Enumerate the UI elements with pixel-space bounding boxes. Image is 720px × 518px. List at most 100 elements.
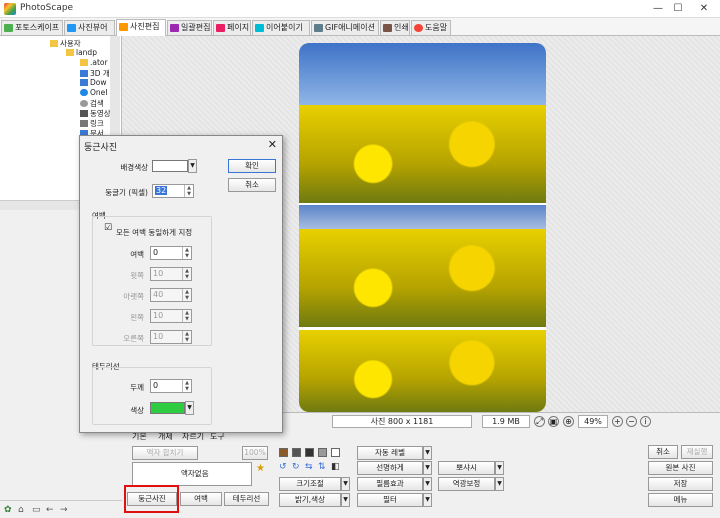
soft-glow-button[interactable]: 뽀샤시 xyxy=(438,461,495,475)
close-button[interactable]: ✕ xyxy=(684,0,720,18)
tree-item[interactable]: Dow xyxy=(80,78,107,87)
favorite-star-icon[interactable]: ★ xyxy=(256,463,265,474)
zoom-out-icon[interactable]: − xyxy=(626,416,637,427)
tab-viewer-icon xyxy=(67,24,76,32)
roundness-input[interactable]: 32 ▲ ▼ xyxy=(152,184,194,198)
tab-help[interactable]: 도움말 xyxy=(411,20,451,35)
frame-percent-field[interactable]: 100% xyxy=(242,446,268,460)
auto-level-button[interactable]: 자동 레벨 xyxy=(357,446,423,460)
brightness-color-button[interactable]: 밝기,색상 xyxy=(279,493,341,507)
equal-margins-checkbox[interactable]: ☑ xyxy=(104,224,112,233)
top-spinner[interactable]: ▲ ▼ xyxy=(182,268,191,280)
tab-page[interactable]: 페이지 xyxy=(213,20,251,35)
frame-combine-button[interactable]: 액자 합치기 xyxy=(132,446,198,460)
zoom-in-icon[interactable]: + xyxy=(612,416,623,427)
tree-item[interactable]: .ator xyxy=(80,58,108,67)
tab-viewer[interactable]: 사진뷰어 xyxy=(64,20,115,35)
margin-button[interactable]: 여백 xyxy=(180,492,222,506)
resize-button[interactable]: 크기조절 xyxy=(279,477,341,491)
highlight-box xyxy=(124,485,179,513)
swatch-light-icon[interactable] xyxy=(318,448,327,457)
sharpen-dropdown[interactable]: ▼ xyxy=(423,461,432,475)
flip-horizontal-icon[interactable]: ⇆ xyxy=(305,462,313,472)
brightness-dropdown[interactable]: ▼ xyxy=(341,493,350,507)
tab-photoscape[interactable]: 포토스케이프 xyxy=(1,20,63,35)
tab-editor[interactable]: 사진편집 xyxy=(116,19,166,36)
redo-button[interactable]: 재실행 xyxy=(681,445,713,459)
straighten-icon[interactable]: ◧ xyxy=(331,462,340,472)
border-button[interactable]: 테두리선 xyxy=(224,492,269,506)
star-icon[interactable]: ✿ xyxy=(4,505,12,515)
save-button[interactable]: 저장 xyxy=(648,477,713,491)
right-input[interactable]: 10 ▲ ▼ xyxy=(150,330,192,344)
photo-field-top xyxy=(299,105,546,203)
rotate-icons[interactable]: ↺ ↻ ⇆ ⇅ ◧ xyxy=(279,462,345,474)
flip-vertical-icon[interactable]: ⇅ xyxy=(318,462,326,472)
folder-icon[interactable]: ▭ xyxy=(32,505,41,515)
undo-button[interactable]: 취소 xyxy=(648,445,678,459)
swatch-dark-icon[interactable] xyxy=(305,448,314,457)
bottom-spinner[interactable]: ▲ ▼ xyxy=(182,289,191,301)
resize-dropdown[interactable]: ▼ xyxy=(341,477,350,491)
forward-icon[interactable]: → xyxy=(60,505,68,515)
right-spinner[interactable]: ▲ ▼ xyxy=(182,331,191,343)
folder-up-icon[interactable]: ⌂ xyxy=(18,505,24,515)
dialog-close-icon[interactable]: ✕ xyxy=(268,138,277,151)
tree-item[interactable]: OneI xyxy=(80,88,107,97)
ok-button[interactable]: 확인 xyxy=(228,159,276,173)
bg-color-swatch[interactable] xyxy=(152,160,188,172)
filter-button[interactable]: 필터 xyxy=(357,493,423,507)
cloud-icon xyxy=(80,89,88,96)
margin-spinner[interactable]: ▲ ▼ xyxy=(182,247,191,259)
swatch-sepia-icon[interactable] xyxy=(279,448,288,457)
info-icon[interactable]: i xyxy=(640,416,651,427)
left-spinner[interactable]: ▲ ▼ xyxy=(182,310,191,322)
swatch-white-icon[interactable] xyxy=(331,448,340,457)
border-color-label: 색상 xyxy=(130,406,144,415)
original-photo-button[interactable]: 원본 사진 xyxy=(648,461,713,475)
film-effect-dropdown[interactable]: ▼ xyxy=(423,477,432,491)
folder-icon xyxy=(80,59,88,66)
cancel-button[interactable]: 취소 xyxy=(228,178,276,192)
filter-dropdown[interactable]: ▼ xyxy=(423,493,432,507)
thickness-label: 두께 xyxy=(130,383,144,392)
soft-glow-dropdown[interactable]: ▼ xyxy=(495,461,504,475)
sharpen-button[interactable]: 선명하게 xyxy=(357,461,423,475)
backlight-fix-dropdown[interactable]: ▼ xyxy=(495,477,504,491)
menu-button[interactable]: 메뉴 xyxy=(648,493,713,507)
film-effect-button[interactable]: 필름효과 xyxy=(357,477,423,491)
edited-photo[interactable] xyxy=(299,43,546,412)
rotate-left-icon[interactable]: ↺ xyxy=(279,462,287,472)
backlight-fix-button[interactable]: 역광보정 xyxy=(438,477,495,491)
top-input[interactable]: 10 ▲ ▼ xyxy=(150,267,192,281)
thickness-input[interactable]: 0 ▲ ▼ xyxy=(150,379,192,393)
bg-color-dropdown[interactable]: ▼ xyxy=(188,159,197,173)
tone-swatches[interactable] xyxy=(279,448,345,458)
bottom-input[interactable]: 40 ▲ ▼ xyxy=(150,288,192,302)
fit-icon[interactable]: ⤢ xyxy=(534,416,545,427)
border-color-swatch[interactable] xyxy=(150,402,185,414)
tab-combine[interactable]: 이어붙이기 xyxy=(252,20,310,35)
tab-batch[interactable]: 일괄편집 xyxy=(167,20,212,35)
tab-print-icon xyxy=(383,24,392,32)
photo-sky-middle xyxy=(299,205,546,229)
roundness-spinner[interactable]: ▲ ▼ xyxy=(184,185,193,197)
tab-gif[interactable]: GIF애니메이션 xyxy=(311,20,379,35)
tab-print[interactable]: 인쇄 xyxy=(380,20,410,35)
tree-item[interactable]: landp xyxy=(66,48,97,57)
bottom-label: 아랫쪽 xyxy=(123,292,144,301)
actual-size-icon[interactable]: ▣ xyxy=(548,416,559,427)
border-color-dropdown[interactable]: ▼ xyxy=(185,401,194,415)
swatch-gray-icon[interactable] xyxy=(292,448,301,457)
tab-combine-icon xyxy=(255,24,264,32)
zoom-fit-icon[interactable]: ⊕ xyxy=(563,416,574,427)
frame-select[interactable]: 액자없음 xyxy=(132,462,252,486)
left-input[interactable]: 10 ▲ ▼ xyxy=(150,309,192,323)
margin-input[interactable]: 0 ▲ ▼ xyxy=(150,246,192,260)
back-icon[interactable]: ← xyxy=(46,505,54,515)
file-size: 1.9 MB xyxy=(482,415,530,428)
thickness-spinner[interactable]: ▲ ▼ xyxy=(182,380,191,392)
auto-level-dropdown[interactable]: ▼ xyxy=(423,446,432,460)
left-label: 왼쪽 xyxy=(130,313,144,322)
rotate-right-icon[interactable]: ↻ xyxy=(292,462,300,472)
